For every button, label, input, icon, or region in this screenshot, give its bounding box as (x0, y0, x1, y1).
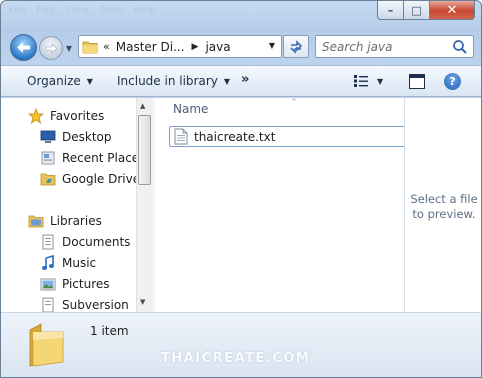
documents-icon (39, 234, 57, 250)
breadcrumb-java[interactable]: java (205, 40, 230, 54)
minimize-button[interactable]: – (377, 1, 404, 20)
file-name: thaicreate.txt (194, 129, 276, 144)
chevron-down-icon: ▼ (65, 44, 73, 53)
address-bar[interactable]: « Master Di... ▶ java ▼ (78, 35, 282, 58)
nav-google-drive-label: Google Drive (62, 172, 141, 186)
column-header-name[interactable]: Name (173, 102, 208, 116)
details-pane: 1 item THAICREATE.COM (1, 312, 481, 377)
menu-edit: Edit (35, 5, 56, 16)
address-dropdown-icon[interactable]: ▼ (269, 41, 275, 50)
maximize-icon: □ (411, 3, 422, 17)
sort-indicator-icon: ^ (291, 98, 297, 106)
watermark: THAICREATE.COM (161, 351, 311, 366)
scrollbar-thumb[interactable] (138, 115, 151, 185)
arrow-right-icon (45, 42, 57, 54)
text-file-icon (174, 128, 190, 146)
nav-favorites-label: Favorites (50, 109, 105, 123)
double-chevron-icon: » (241, 72, 250, 87)
overflow-chevron-icon[interactable]: « (103, 40, 110, 53)
navigation-pane: Favorites Desktop Recent Places Google D… (1, 98, 152, 312)
include-in-library-label: Include in library (117, 74, 218, 88)
forward-button[interactable] (39, 36, 63, 60)
close-button[interactable]: ✕ (430, 1, 475, 20)
chevron-down-icon: ▼ (377, 76, 384, 86)
help-icon: ? (449, 75, 456, 88)
details-view-icon (354, 75, 368, 87)
nav-documents-label: Documents (62, 235, 131, 249)
nav-item-pictures[interactable]: Pictures (39, 274, 110, 294)
more-commands-button[interactable]: » (241, 72, 249, 87)
maximize-button[interactable]: □ (404, 1, 430, 20)
organize-label: Organize (27, 74, 81, 88)
nav-item-subversion[interactable]: Subversion (39, 295, 129, 312)
nav-item-desktop[interactable]: Desktop (39, 127, 112, 147)
include-in-library-button[interactable]: Include in library ▼ (117, 74, 230, 88)
folder-large-icon (27, 322, 67, 371)
file-list-pane: ^ Name thaicreate.txt (155, 98, 405, 312)
chevron-down-icon: ▼ (223, 76, 231, 86)
nav-item-music[interactable]: Music (39, 253, 96, 273)
nav-subversion-label: Subversion (62, 298, 129, 312)
nav-libraries[interactable]: Libraries (27, 211, 102, 231)
preview-pane-button[interactable] (409, 74, 425, 89)
navigation-scrollbar[interactable]: ▲ ▼ (136, 98, 152, 312)
search-icon[interactable] (452, 39, 468, 55)
organize-button[interactable]: Organize ▼ (27, 74, 93, 88)
change-view-button[interactable]: ▼ (353, 74, 383, 88)
nav-recent-places-label: Recent Places (62, 151, 146, 165)
search-box[interactable] (315, 35, 474, 58)
close-icon: ✕ (446, 2, 458, 18)
scroll-down-icon[interactable]: ▼ (140, 298, 145, 306)
pictures-icon (39, 276, 57, 292)
preview-pane: Select a file to preview. (405, 98, 481, 312)
menu-view: View (65, 5, 89, 16)
chevron-down-icon: ▼ (86, 76, 93, 86)
breadcrumb-master-dir[interactable]: Master Di... (116, 40, 185, 54)
libraries-icon (27, 213, 45, 229)
background-menu: File Edit View Tools Help (9, 5, 157, 16)
scroll-up-icon[interactable]: ▲ (140, 102, 145, 110)
search-input[interactable] (322, 38, 450, 55)
subversion-icon (39, 297, 57, 312)
recent-pages-button[interactable]: ▼ (64, 44, 74, 54)
breadcrumb-separator-icon[interactable]: ▶ (192, 42, 199, 52)
desktop-icon (39, 129, 57, 145)
file-item[interactable]: thaicreate.txt (169, 126, 405, 147)
back-button[interactable] (10, 34, 37, 61)
help-button[interactable]: ? (444, 73, 461, 90)
nav-libraries-label: Libraries (50, 214, 102, 228)
music-icon (39, 255, 57, 271)
nav-favorites[interactable]: Favorites (27, 106, 104, 126)
menu-help: Help (133, 5, 157, 16)
google-drive-icon (39, 171, 57, 187)
nav-item-recent-places[interactable]: Recent Places (39, 148, 145, 168)
nav-desktop-label: Desktop (62, 130, 112, 144)
explorer-window: File Edit View Tools Help – □ ✕ ▼ « Mast… (0, 0, 482, 378)
nav-music-label: Music (62, 256, 97, 270)
arrow-left-icon (17, 42, 30, 53)
folder-icon (81, 36, 99, 57)
recent-places-icon (39, 150, 57, 166)
nav-pictures-label: Pictures (62, 277, 110, 291)
minimize-icon: – (387, 3, 394, 17)
preview-message: Select a file to preview. (410, 192, 478, 221)
refresh-icon (290, 39, 303, 54)
command-toolbar: Organize ▼ Include in library ▼ » ▼ ? (1, 65, 481, 97)
caption-buttons: – □ ✕ (377, 1, 475, 20)
menu-tools: Tools (98, 5, 124, 16)
nav-item-google-drive[interactable]: Google Drive (39, 169, 140, 189)
item-count: 1 item (90, 324, 129, 338)
menu-file: File (9, 5, 26, 16)
star-icon (27, 108, 45, 124)
nav-item-documents[interactable]: Documents (39, 232, 130, 252)
refresh-button[interactable] (283, 35, 309, 58)
